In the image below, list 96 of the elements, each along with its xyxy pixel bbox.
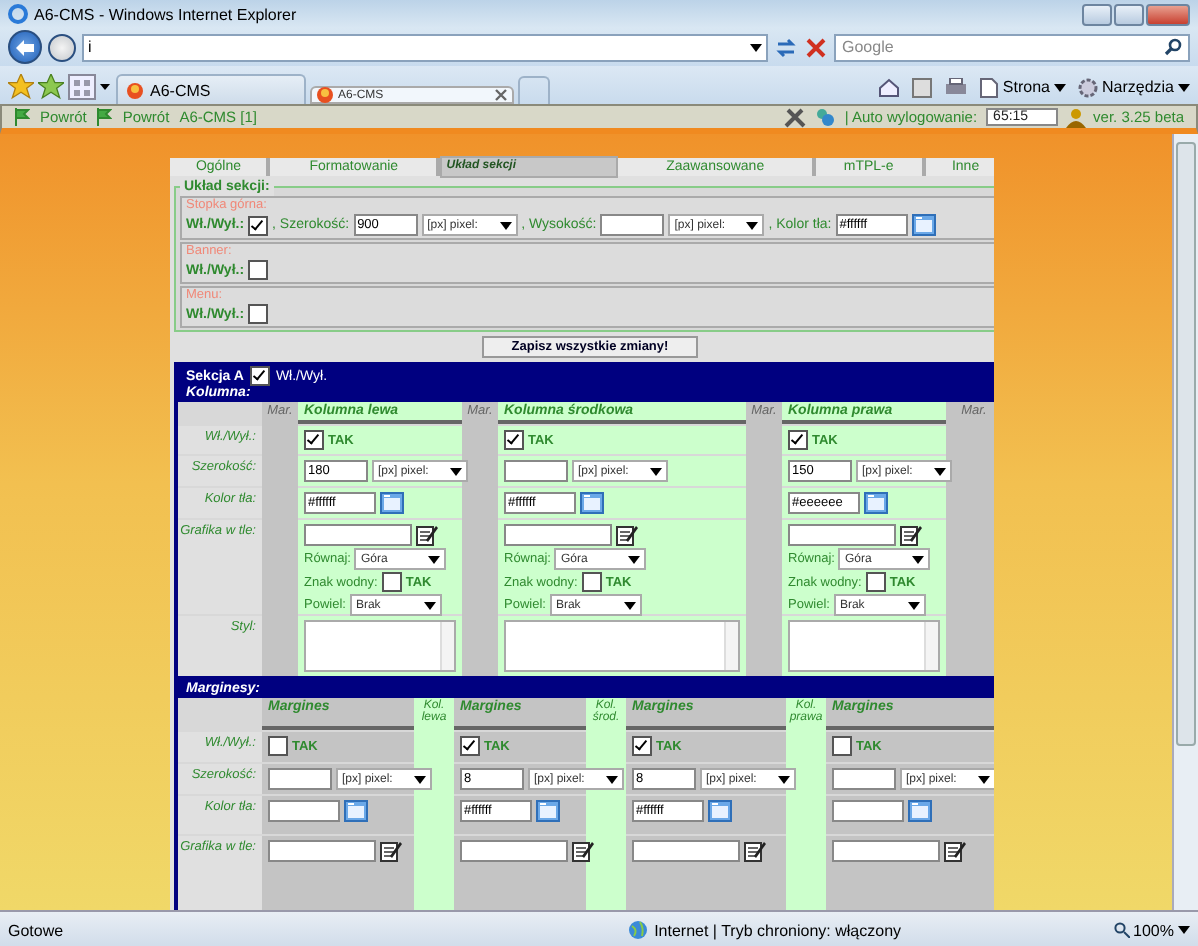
caret-icon xyxy=(978,775,990,783)
browser-tab[interactable]: A6-CMS xyxy=(116,74,306,104)
caret-icon xyxy=(934,467,946,475)
color-picker-icon[interactable] xyxy=(864,492,888,514)
image-edit-icon[interactable] xyxy=(416,524,438,546)
back-button[interactable] xyxy=(8,30,42,64)
caret-icon xyxy=(907,601,920,609)
text-field[interactable] xyxy=(600,214,665,236)
image-edit-icon[interactable] xyxy=(380,840,402,862)
page-icon xyxy=(126,81,144,99)
checkbox[interactable] xyxy=(632,736,652,756)
close-button[interactable] xyxy=(1146,3,1190,25)
color-picker-icon[interactable] xyxy=(536,800,560,822)
search-field[interactable]: Google xyxy=(834,33,1190,61)
color-picker-icon[interactable] xyxy=(708,800,732,822)
page-icon xyxy=(980,77,999,97)
caret-icon xyxy=(778,775,790,783)
users-icon[interactable] xyxy=(814,107,837,127)
person-icon xyxy=(1065,107,1086,127)
checkbox[interactable] xyxy=(249,366,270,386)
checkbox[interactable] xyxy=(248,260,269,280)
refresh-icon[interactable] xyxy=(774,35,798,59)
text-field[interactable] xyxy=(268,800,340,822)
print-icon[interactable] xyxy=(944,77,969,97)
checkbox[interactable] xyxy=(268,736,288,756)
zoom-control[interactable]: 100% xyxy=(1113,921,1190,939)
image-edit-icon[interactable] xyxy=(572,840,594,862)
color-picker-icon[interactable] xyxy=(344,800,368,822)
gear-icon xyxy=(1077,77,1098,97)
color-picker-icon[interactable] xyxy=(380,492,404,514)
text-field[interactable] xyxy=(268,768,332,790)
text-field[interactable] xyxy=(832,768,896,790)
caret-icon xyxy=(1053,83,1066,91)
maximize-button[interactable] xyxy=(1114,3,1144,25)
command-menu[interactable]: Strona xyxy=(980,77,1066,97)
checkbox[interactable] xyxy=(788,430,808,450)
search-icon[interactable] xyxy=(1164,38,1182,56)
text-field[interactable] xyxy=(504,524,612,546)
security-zone: Internet | Tryb chroniony: włączony xyxy=(654,921,902,939)
caret-icon xyxy=(628,555,641,563)
caret-icon xyxy=(1178,926,1190,934)
image-edit-icon[interactable] xyxy=(744,840,766,862)
caret-icon xyxy=(499,221,512,229)
checkbox[interactable] xyxy=(504,430,524,450)
caret-icon xyxy=(912,555,925,563)
image-edit-icon[interactable] xyxy=(900,524,922,546)
checkbox[interactable] xyxy=(248,304,269,324)
home-icon[interactable] xyxy=(878,77,901,97)
caret-icon xyxy=(423,601,436,609)
color-picker-icon[interactable] xyxy=(911,214,936,236)
flag-icon xyxy=(14,108,30,126)
text-field[interactable] xyxy=(832,800,904,822)
window-title: A6-CMS - Windows Internet Explorer xyxy=(34,5,299,23)
text-field[interactable] xyxy=(788,524,896,546)
forward-button[interactable] xyxy=(48,33,76,61)
star-icon[interactable] xyxy=(8,74,34,100)
checkbox[interactable] xyxy=(248,215,269,235)
text-field[interactable] xyxy=(832,840,940,862)
text-field[interactable] xyxy=(632,840,740,862)
text-field[interactable] xyxy=(460,840,568,862)
caret-icon xyxy=(750,43,762,51)
image-edit-icon[interactable] xyxy=(616,524,638,546)
command-menu[interactable]: Narzędzia xyxy=(1077,77,1190,97)
checkbox[interactable] xyxy=(304,430,324,450)
globe-icon xyxy=(628,920,649,940)
address-field[interactable]: i xyxy=(82,33,768,61)
color-picker-icon[interactable] xyxy=(908,800,932,822)
text-field[interactable] xyxy=(504,460,568,482)
image-edit-icon[interactable] xyxy=(944,840,966,862)
caret-icon xyxy=(606,775,618,783)
checkbox[interactable] xyxy=(381,572,402,592)
caret-icon xyxy=(623,601,636,609)
caret-icon xyxy=(428,555,441,563)
caret-icon xyxy=(450,467,462,475)
checkbox[interactable] xyxy=(832,736,852,756)
checkbox[interactable] xyxy=(581,572,602,592)
caret-icon xyxy=(1178,83,1190,91)
close-tab-icon[interactable] xyxy=(494,88,508,102)
add-favorite-icon[interactable] xyxy=(38,74,64,100)
zoom-icon xyxy=(1113,922,1130,938)
status-text: Gotowe xyxy=(8,921,66,939)
color-picker-icon[interactable] xyxy=(580,492,604,514)
text-field[interactable] xyxy=(268,840,376,862)
caret-icon xyxy=(746,221,759,229)
checkbox[interactable] xyxy=(460,736,480,756)
caret-icon xyxy=(650,467,662,475)
browser-icon xyxy=(8,4,28,24)
stop-icon[interactable] xyxy=(804,35,828,59)
tab-list-icon[interactable] xyxy=(68,74,112,100)
checkbox[interactable] xyxy=(865,572,886,592)
text-field[interactable] xyxy=(304,524,412,546)
caret-icon xyxy=(414,775,426,783)
scrollbar[interactable] xyxy=(1172,134,1198,910)
page-icon xyxy=(316,86,334,104)
minimize-button[interactable] xyxy=(1082,3,1112,25)
arrow-icon xyxy=(16,39,34,55)
